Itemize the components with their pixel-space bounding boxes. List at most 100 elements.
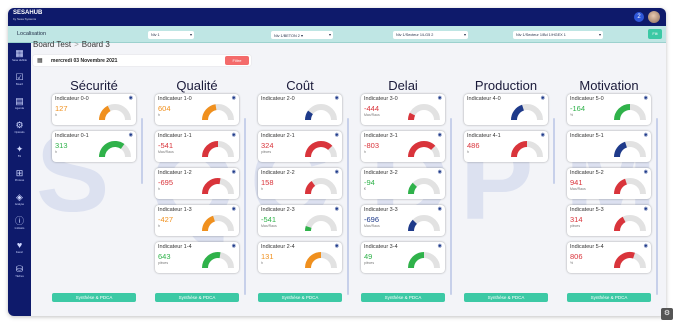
gauge-chart <box>305 215 337 232</box>
indicator-card[interactable]: Indicateur 1-3 ◉ -427 h <box>155 205 239 236</box>
date-filter-button[interactable]: Filtre <box>225 56 249 65</box>
indicator-value: 313 <box>55 141 68 150</box>
notification-badge[interactable]: 2 <box>634 12 644 22</box>
location-select-3[interactable]: Niv 1/Secteur 1/LG5 2 <box>393 31 468 39</box>
sidebar-item-1[interactable]: ☑ Board <box>8 67 31 91</box>
gauge-fill <box>305 110 314 121</box>
sidebar-item-8[interactable]: ♥ Favori <box>8 235 31 259</box>
avatar[interactable] <box>648 11 660 23</box>
indicator-card[interactable]: Indicateur 5-0 ◉ -164% <box>567 94 651 125</box>
date-value[interactable]: mercredi 03 Novembre 2021 <box>51 58 117 64</box>
indicator-value: 643 <box>158 252 171 261</box>
settings-icon[interactable]: ⚙ <box>661 308 673 320</box>
indicator-card[interactable]: Indicateur 3-4 ◉ 49 pièces <box>361 242 445 273</box>
gauge-chart <box>202 178 234 195</box>
indicator-name: Indicateur 4-1 <box>467 133 501 139</box>
column-5: Motivation Indicateur 5-0 ◉ -164% Indicateur… <box>562 78 656 279</box>
sidebar-item-label: Board <box>16 83 23 86</box>
indicator-name: Indicateur 2-0 <box>261 96 295 102</box>
indicator-unit: h <box>158 187 160 191</box>
gauge-fill <box>408 219 418 232</box>
gauge-chart <box>408 141 440 158</box>
indicator-card[interactable]: Indicateur 3-3 ◉ -696 Max/Raus <box>361 205 445 236</box>
synthesis-pdca-button[interactable]: Synthèse & PDCA <box>155 293 239 302</box>
indicator-value: -695 <box>158 178 174 187</box>
gauge-fill <box>614 141 628 158</box>
indicator-card[interactable]: Indicateur 1-2 ◉ -695 h <box>155 168 239 199</box>
indicator-card[interactable]: Indicateur 4-0 ◉ <box>464 94 548 125</box>
sidebar-icon: ♥ <box>16 240 23 250</box>
gauge-fill <box>614 216 626 232</box>
sidebar-icon: ▤ <box>15 96 24 106</box>
indicator-unit: Max/Raus <box>570 187 586 191</box>
indicator-card[interactable]: Indicateur 5-1 ◉ <box>567 131 651 162</box>
indicator-unit: h <box>261 187 263 191</box>
gauge-chart <box>202 141 234 158</box>
date-filter: ▦ mercredi 03 Novembre 2021 Filtre <box>33 55 251 66</box>
gauge-fill <box>202 252 221 269</box>
gauge-fill <box>99 141 125 158</box>
indicator-unit: Max/Raus <box>364 113 380 117</box>
indicator-card[interactable]: Indicateur 1-1 ◉ -541 Max/Raus <box>155 131 239 162</box>
indicator-name: Indicateur 5-2 <box>570 170 604 176</box>
indicator-card[interactable]: Indicateur 2-3 ◉ -541 Max/Raus <box>258 205 342 236</box>
indicator-card[interactable]: Indicateur 4-1 ◉ 486 h <box>464 131 548 162</box>
indicator-card[interactable]: Indicateur 3-2 ◉ -94 € <box>361 168 445 199</box>
indicator-value: -803 <box>364 141 380 150</box>
sidebar-item-7[interactable]: ⓘ Indicatio <box>8 211 31 235</box>
indicator-card[interactable]: Indicateur 3-0 ◉ -444 Max/Raus <box>361 94 445 125</box>
synthesis-pdca-button[interactable]: Synthèse & PDCA <box>52 293 136 302</box>
location-select-1[interactable]: Niv 1 <box>148 31 194 39</box>
indicator-value: 806 <box>570 252 583 261</box>
indicator-card[interactable]: Indicateur 1-4 ◉ 643 pièces <box>155 242 239 273</box>
indicator-card[interactable]: Indicateur 5-4 ◉ 806% <box>567 242 651 273</box>
sidebar-item-9[interactable]: ⛁ Tâches <box>8 259 31 283</box>
indicator-unit: pièces <box>570 224 581 228</box>
indicator-card[interactable]: Indicateur 2-4 ◉ 131 h <box>258 242 342 273</box>
indicator-name: Indicateur 5-4 <box>570 244 604 250</box>
column-divider <box>347 118 349 295</box>
indicator-unit: pièces <box>261 150 272 154</box>
indicator-name: Indicateur 3-0 <box>364 96 398 102</box>
user-area: 2 <box>634 11 660 23</box>
indicator-card[interactable]: Indicateur 1-0 ◉ 604 h <box>155 94 239 125</box>
gauge-chart <box>614 178 646 195</box>
indicator-card[interactable]: Indicateur 5-3 ◉ 314 pièces <box>567 205 651 236</box>
sidebar-item-3[interactable]: ⚙ Opératio <box>8 115 31 139</box>
sidebar-item-6[interactable]: ◈ Analyse <box>8 187 31 211</box>
filter-button[interactable]: Filt <box>648 29 662 39</box>
calendar-icon[interactable]: ▦ <box>37 57 43 64</box>
indicator-name: Indicateur 2-2 <box>261 170 295 176</box>
sidebar-item-2[interactable]: ▤ Agenda <box>8 91 31 115</box>
indicator-unit: % <box>570 261 574 265</box>
synthesis-pdca-button[interactable]: Synthèse & PDCA <box>258 293 342 302</box>
indicator-card[interactable]: Indicateur 3-1 ◉ -803 h <box>361 131 445 162</box>
sidebar-item-0[interactable]: ▦ Sesa Hubble <box>8 43 31 67</box>
indicator-card[interactable]: Indicateur 2-0 ◉ <box>258 94 342 125</box>
indicator-value: -94 <box>364 178 375 187</box>
indicator-card[interactable]: Indicateur 5-2 ◉ 941 Max/Raus <box>567 168 651 199</box>
indicator-card[interactable]: Indicateur 0-1 ◉ 313 h <box>52 131 136 162</box>
sidebar-item-label: Opératio <box>14 131 25 134</box>
sidebar-icon: ⊞ <box>15 168 24 178</box>
indicator-unit: pièces <box>158 261 169 265</box>
indicator-card[interactable]: Indicateur 0-0 ◉ 127 h <box>52 94 136 125</box>
indicator-card[interactable]: Indicateur 2-2 ◉ 158 h <box>258 168 342 199</box>
column-divider <box>656 118 658 295</box>
sidebar-item-5[interactable]: ⊞ Process <box>8 163 31 187</box>
synthesis-pdca-button[interactable]: Synthèse & PDCA <box>567 293 651 302</box>
column-title: Motivation <box>579 78 639 93</box>
gauge-track <box>408 104 440 121</box>
gauge-fill <box>408 141 436 158</box>
indicator-card[interactable]: Indicateur 2-1 ◉ 324 pièces <box>258 131 342 162</box>
sidebar-item-4[interactable]: ✦ 5S <box>8 139 31 163</box>
synthesis-pdca-button[interactable]: Synthèse & PDCA <box>361 293 445 302</box>
synthesis-pdca-button[interactable]: Synthèse & PDCA <box>464 293 548 302</box>
column-1: Qualité Indicateur 1-0 ◉ 604 h Indicateur 1-1… <box>150 78 244 279</box>
gauge-fill <box>305 252 322 269</box>
breadcrumb-board-test[interactable]: Board Test <box>33 40 71 49</box>
column-2: Coût Indicateur 2-0 ◉ Indicateur 2-1 ◉ 324 piè… <box>253 78 347 279</box>
location-select-2[interactable]: Niv 1/BETON 2 ▾ <box>271 31 333 39</box>
gauge-chart <box>511 104 543 121</box>
location-select-4[interactable]: Niv 1/Secteur 1/Bd 1/HGEX 1 <box>513 31 603 39</box>
